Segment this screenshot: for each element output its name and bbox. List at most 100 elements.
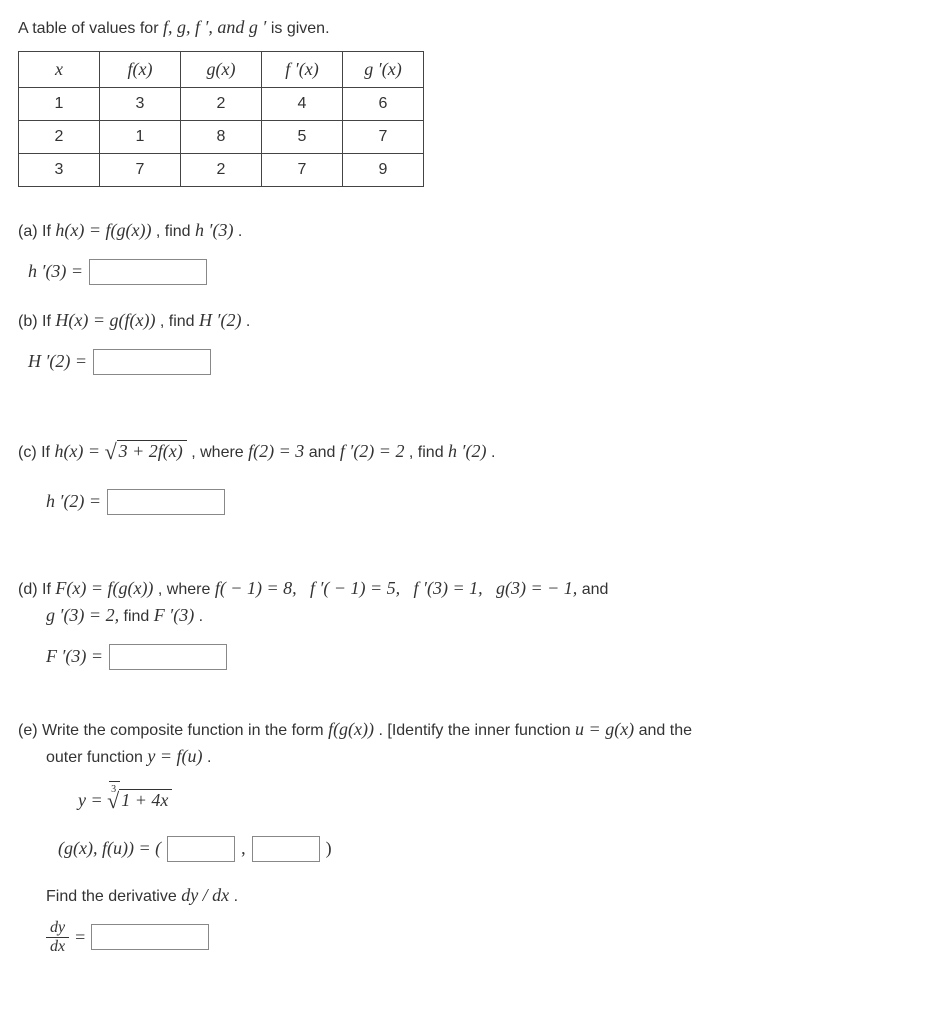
d-label: (d) If [18,581,55,598]
intro-line: A table of values for f, g, f ′, and g ′… [18,14,920,41]
c-and1: and [309,444,340,461]
d-line2b: find [124,608,154,625]
b-answer-input[interactable] [93,349,211,375]
a-tail: . [238,223,242,240]
d-c2: f ′( − 1) = 5, [310,578,400,598]
cell: 3 [100,88,181,121]
th-gx: g(x) [207,59,236,79]
c-answer-input[interactable] [107,489,225,515]
b-label: (b) If [18,313,55,330]
d-c3: f ′(3) = 1, [414,578,483,598]
e-find-line: Find the derivative dy / dx . [46,882,920,909]
c-cond1: f(2) = 3 [248,441,304,461]
d-and: and [582,581,609,598]
e-close: ) [326,835,332,862]
d-answer-input[interactable] [109,644,227,670]
d-mid1: , where [158,581,215,598]
e-pair-row: (g(x), f(u)) = ( , ) [58,835,920,862]
c-target: h ′(2) [448,441,486,461]
d-expr1: F(x) = f(g(x)) [55,578,153,598]
cell: 3 [19,154,100,187]
c-expr-lhs: h(x) = [54,441,104,461]
c-ans-lhs: h ′(2) = [46,488,101,515]
e-inner: u = g(x) [575,719,634,739]
c-cond2: f ′(2) = 2 [340,441,405,461]
e-equation: y = 31 + 4x [78,784,920,817]
intro-funcs: f, g, f ′, and g ′ [163,17,266,37]
b-answer-row: H ′(2) = [28,348,920,375]
sqrt-icon: 3 + 2f(x) [105,435,187,468]
e-outer: y = f(u) [147,746,202,766]
c-label: (c) If [18,444,54,461]
cell: 7 [343,121,424,154]
d-tail: . [199,608,203,625]
e-mid2: and the [639,722,692,739]
d-c4: g(3) = − 1, [496,578,577,598]
e-pair-lhs: (g(x), f(u)) = ( [58,835,161,862]
a-ans-lhs: h ′(3) = [28,258,83,285]
b-tail: . [246,313,250,330]
th-gpx: g ′(x) [364,59,401,79]
table-header-row: x f(x) g(x) f ′(x) g ′(x) [19,52,424,88]
cell: 7 [100,154,181,187]
table-row: 3 7 2 7 9 [19,154,424,187]
th-fpx: f ′(x) [285,59,318,79]
e-fu-input[interactable] [252,836,320,862]
cell: 9 [343,154,424,187]
part-d: (d) If F(x) = f(g(x)) , where f( − 1) = … [18,575,920,629]
e-radicand: 1 + 4x [119,789,172,810]
d-c1: f( − 1) = 8, [215,578,297,598]
cell: 5 [262,121,343,154]
d-line2a: g ′(3) = 2, [46,605,119,625]
part-b: (b) If H(x) = g(f(x)) , find H ′(2) . [18,307,920,334]
d-ans-lhs: F ′(3) = [46,643,103,670]
b-ans-lhs: H ′(2) = [28,348,87,375]
cell: 1 [100,121,181,154]
table-row: 2 1 8 5 7 [19,121,424,154]
cell: 7 [262,154,343,187]
cell: 2 [181,88,262,121]
e-dydx-input[interactable] [91,924,209,950]
cuberoot-icon: 31 + 4x [107,784,172,817]
e-form: f(g(x)) [328,719,374,739]
b-expr1: H(x) = g(f(x)) [55,310,155,330]
fraction-dy-dx: dy dx [46,919,69,955]
e-gx-input[interactable] [167,836,235,862]
a-answer-row: h ′(3) = [28,258,920,285]
cell: 2 [181,154,262,187]
a-answer-input[interactable] [89,259,207,285]
b-mid: , find [160,313,199,330]
cell: 2 [19,121,100,154]
cell: 6 [343,88,424,121]
c-radicand: 3 + 2f(x) [117,440,187,461]
e-label: (e) Write the composite function in the … [18,722,328,739]
e-line2a: outer function [46,749,147,766]
part-a: (a) If h(x) = f(g(x)) , find h ′(3) . [18,217,920,244]
e-deriv: dy / dx [181,885,229,905]
d-answer-row: F ′(3) = [46,643,920,670]
part-e: (e) Write the composite function in the … [18,716,920,770]
c-tail: . [491,444,495,461]
a-expr2: h ′(3) [195,220,233,240]
table-row: 1 3 2 4 6 [19,88,424,121]
frac-den: dx [46,938,69,956]
a-label: (a) If [18,223,55,240]
a-mid: , find [156,223,195,240]
e-dydx-row: dy dx = [46,919,920,955]
d-target: F ′(3) [154,605,194,625]
e-tail3: . [234,888,238,905]
c-mid2: , find [409,444,448,461]
e-eq: = [75,924,85,951]
values-table: x f(x) g(x) f ′(x) g ′(x) 1 3 2 4 6 2 1 … [18,51,424,187]
intro-text: A table of values for [18,20,163,37]
b-expr2: H ′(2) [199,310,241,330]
a-expr1: h(x) = f(g(x)) [55,220,151,240]
cell: 4 [262,88,343,121]
intro-tail: is given. [271,20,330,37]
e-mid1: . [Identify the inner function [378,722,575,739]
cell: 1 [19,88,100,121]
e-eq-lhs: y = [78,790,107,810]
c-answer-row: h ′(2) = [46,488,920,515]
c-mid1: , where [191,444,248,461]
e-find: Find the derivative [46,888,181,905]
